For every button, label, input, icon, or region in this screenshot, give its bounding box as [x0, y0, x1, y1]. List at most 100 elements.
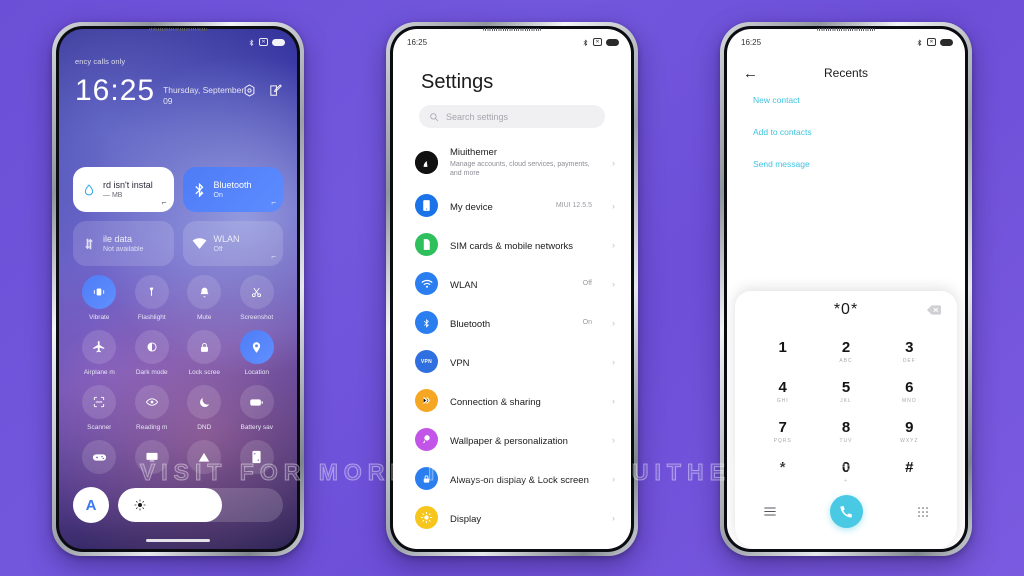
quick-toggle-dark-mode[interactable]: Dark mode	[126, 330, 179, 376]
settings-row-bluetooth[interactable]: Bluetooth On ›	[393, 303, 631, 342]
quick-toggle-vibrate[interactable]: Vibrate	[73, 275, 126, 321]
battery-icon	[272, 38, 285, 46]
home-indicator[interactable]	[146, 539, 210, 542]
ultra-battery-icon	[187, 440, 222, 474]
dial-key-star[interactable]: *	[751, 453, 814, 491]
quick-toggle-screenshot[interactable]: Screenshot	[231, 275, 284, 321]
moon-icon	[187, 385, 222, 419]
status-time: 16:25	[741, 37, 762, 47]
quick-tile-wlan[interactable]: WLAN Off ⌐	[182, 221, 283, 266]
search-input-placeholder[interactable]: Search settings	[446, 112, 508, 122]
expand-arrow-icon[interactable]: ⌐	[271, 198, 276, 207]
menu-list-icon[interactable]	[761, 503, 779, 521]
quick-tile-title: WLAN	[213, 234, 240, 245]
dial-key-7[interactable]: 7 PQRS	[751, 413, 814, 451]
settings-row-text: Wallpaper & personalization	[450, 431, 600, 449]
keypad-grid-icon[interactable]	[914, 503, 932, 521]
settings-row-text: Always-on display & Lock screen	[450, 470, 600, 488]
settings-row-text: My device	[450, 197, 544, 215]
dial-key-1[interactable]: 1	[751, 333, 814, 371]
lockscreen-actions[interactable]	[242, 83, 283, 98]
expand-arrow-icon[interactable]: ⌐	[271, 252, 276, 261]
settings-row-name: WLAN	[450, 279, 478, 291]
dial-key-5[interactable]: 5 JKL	[814, 373, 877, 411]
key-digit: 8	[841, 419, 851, 437]
dial-key-2[interactable]: 2 ABC	[814, 333, 877, 371]
dial-key-6[interactable]: 6 MNO	[878, 373, 941, 411]
search-icon	[430, 112, 439, 121]
dial-key-3[interactable]: 3 DEF	[878, 333, 941, 371]
quick-tile-title: ile data	[103, 234, 133, 245]
auto-brightness-button[interactable]: A	[73, 487, 109, 523]
quick-toggle-flashlight[interactable]: Flashlight	[126, 275, 179, 321]
quick-toggle-cast[interactable]	[126, 440, 179, 479]
settings-row-connection-sharing[interactable]: Connection & sharing ›	[393, 381, 631, 420]
chevron-right-icon: ›	[612, 157, 615, 168]
edit-note-icon[interactable]	[268, 83, 283, 98]
quick-toggle-second-space[interactable]	[231, 440, 284, 479]
quick-toggle-reading-mode[interactable]: Reading m	[126, 385, 179, 431]
dial-key-hash[interactable]: #	[878, 453, 941, 491]
back-arrow-icon[interactable]: ←	[743, 66, 773, 81]
wallpaper-brush-icon	[415, 428, 438, 452]
quick-toggle-lock-screen[interactable]: Lock scree	[178, 330, 231, 376]
quick-toggle-scanner[interactable]: Scanner	[73, 385, 126, 431]
quick-tile-bluetooth[interactable]: Bluetooth On ⌐	[182, 167, 283, 212]
brightness-row: A	[73, 487, 283, 523]
settings-row-value: On	[582, 319, 592, 327]
key-digit: 4	[778, 379, 787, 397]
earpiece-grille-icon	[149, 28, 207, 31]
settings-row-aod-lockscreen[interactable]: Always-on display & Lock screen ›	[393, 459, 631, 498]
wifi-icon	[415, 272, 438, 296]
account-avatar-icon	[415, 151, 438, 175]
phone2-screen: 16:25 ✕ Settings Search settings Miuithe…	[393, 29, 631, 549]
link-new-contact[interactable]: New contact	[753, 95, 945, 105]
toggle-label: Mute	[197, 314, 212, 321]
quick-tile-sdcard[interactable]: rd isn't instal — MB ⌐	[73, 167, 174, 212]
dial-key-9[interactable]: 9 WXYZ	[878, 413, 941, 451]
settings-row-my-device[interactable]: My device MIUI 12.5.5 ›	[393, 186, 631, 225]
settings-row-name: Bluetooth	[450, 318, 491, 330]
link-send-message[interactable]: Send message	[753, 159, 945, 169]
carrier-label: ency calls only	[75, 57, 126, 66]
settings-list[interactable]: Miuithemer Manage accounts, cloud servic…	[393, 139, 631, 549]
brightness-slider[interactable]	[118, 488, 283, 522]
link-add-to-contacts[interactable]: Add to contacts	[753, 127, 945, 137]
chevron-right-icon: ›	[612, 317, 615, 328]
quick-toggle-ultra-battery[interactable]	[178, 440, 231, 479]
settings-row-vpn[interactable]: VPN VPN ›	[393, 342, 631, 381]
dial-key-8[interactable]: 8 TUV	[814, 413, 877, 451]
airplane-icon	[82, 330, 117, 364]
settings-row-sim-cards[interactable]: SIM cards & mobile networks ›	[393, 225, 631, 264]
quick-toggle-game-turbo[interactable]	[73, 440, 126, 479]
expand-arrow-icon[interactable]: ⌐	[162, 198, 167, 207]
chevron-right-icon: ›	[612, 239, 615, 250]
backspace-icon[interactable]	[927, 305, 941, 315]
settings-row-display[interactable]: Display ›	[393, 498, 631, 537]
dial-key-0[interactable]: 0 +	[814, 453, 877, 491]
chevron-right-icon: ›	[612, 512, 615, 523]
call-button[interactable]	[829, 495, 863, 528]
key-digit: *	[779, 459, 786, 477]
quick-toggle-airplane[interactable]: Airplane m	[73, 330, 126, 376]
dial-key-4[interactable]: 4 GHI	[751, 373, 814, 411]
quick-toggle-battery-saver[interactable]: Battery sav	[231, 385, 284, 431]
key-letters: DEF	[902, 357, 916, 364]
quick-tile-mobile-data[interactable]: ile data Not available	[73, 221, 174, 266]
earpiece-grille-icon	[817, 28, 875, 31]
scissors-icon	[239, 275, 274, 309]
quick-toggle-location[interactable]: Location	[231, 330, 284, 376]
settings-row-account[interactable]: Miuithemer Manage accounts, cloud servic…	[393, 139, 631, 186]
quick-tile-subtitle: On	[213, 191, 223, 199]
settings-row-wlan[interactable]: WLAN Off ›	[393, 264, 631, 303]
key-letters: +	[844, 477, 848, 484]
settings-hex-icon[interactable]	[242, 83, 257, 98]
quick-toggle-mute[interactable]: Mute	[178, 275, 231, 321]
toggle-label: Lock scree	[188, 369, 220, 376]
key-digit: 3	[905, 339, 914, 357]
quick-toggle-dnd[interactable]: DND	[178, 385, 231, 431]
search-settings-bar[interactable]: Search settings	[419, 105, 605, 128]
settings-row-wallpaper[interactable]: Wallpaper & personalization ›	[393, 420, 631, 459]
game-turbo-icon	[82, 440, 117, 474]
eye-icon	[134, 385, 169, 419]
